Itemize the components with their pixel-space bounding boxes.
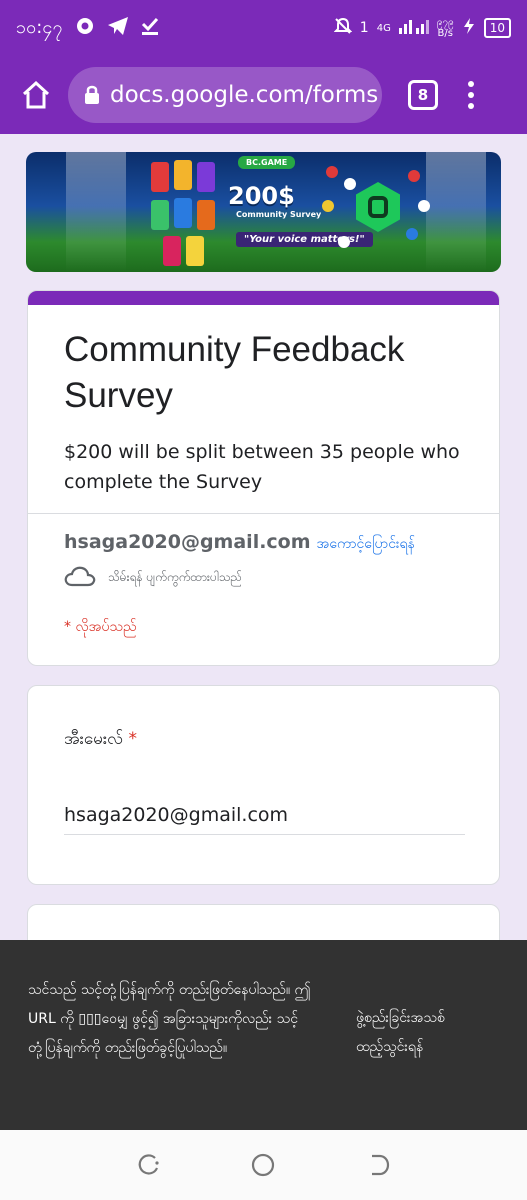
charging-icon [462, 18, 476, 38]
save-status: သိမ်းရန် ပျက်ကွက်ထားပါသည် [64, 565, 242, 590]
question-label: အီးမေးလ် * [64, 729, 138, 749]
tab-switcher-button[interactable]: 8 [408, 80, 438, 110]
form-title: Community Feedback Survey [64, 330, 405, 415]
form-header-banner: BC.GAME 200$ Community Survey "Your voic… [26, 152, 501, 272]
edit-response-snackbar: သင်သည် သင့်တုံ့ပြန်ချက်ကို တည်းဖြတ်နေပါသ… [0, 940, 527, 1130]
cloud-off-icon [64, 565, 96, 590]
back-button[interactable] [359, 1145, 399, 1185]
overflow-menu-button[interactable] [468, 81, 474, 109]
question-card-email: အီးမေးလ် * hsaga2020@gmail.com [27, 685, 500, 885]
banner-amount: 200$ [228, 182, 295, 210]
form-title-card: Community Feedback Survey $200 will be s… [27, 290, 500, 666]
email-answer-field[interactable]: hsaga2020@gmail.com [64, 804, 465, 835]
home-circle-icon [252, 1153, 275, 1177]
sim-icon: 1 [359, 20, 369, 36]
required-asterisk: * [128, 729, 138, 749]
lock-icon [84, 85, 100, 105]
battery-indicator: 10 [483, 18, 511, 38]
home-icon [22, 80, 50, 109]
clock: ၁၀:၄၇ [16, 16, 63, 38]
home-button[interactable] [14, 73, 58, 117]
signal-icon [398, 18, 429, 38]
divider [28, 513, 499, 514]
recents-icon [138, 1154, 159, 1175]
switch-account-link[interactable]: အကောင့်ပြောင်းရန် [317, 534, 415, 555]
banner-brand: BC.GAME [238, 156, 296, 169]
form-description: $200 will be split between 35 people who… [64, 441, 460, 493]
browser-toolbar: docs.google.com/forms 8 [0, 56, 527, 134]
network-type: 4G [376, 22, 391, 34]
mute-icon [333, 17, 353, 39]
banner-subtitle: Community Survey [236, 210, 322, 219]
url-text: docs.google.com/forms [110, 82, 379, 108]
home-nav-button[interactable] [243, 1145, 283, 1185]
address-bar[interactable]: docs.google.com/forms [68, 67, 382, 123]
status-bar: ၁၀:၄၇ 1 4G ၉၇၉ B/s 10 [0, 0, 527, 56]
save-status-text: သိမ်းရန် ပျက်ကွက်ထားပါသည် [108, 569, 243, 584]
snackbar-message: သင်သည် သင့်တုံ့ပြန်ချက်ကို တည်းဖြတ်နေပါသ… [28, 982, 311, 1056]
recents-button[interactable] [128, 1145, 168, 1185]
chrome-notification-icon [75, 16, 95, 41]
download-complete-icon [141, 16, 159, 41]
system-nav-bar [0, 1130, 527, 1200]
back-icon [372, 1154, 390, 1176]
banner-tagline: "Your voice matters!" [236, 232, 373, 247]
required-note: * လိုအပ်သည် [64, 619, 137, 635]
telegram-icon [107, 16, 129, 41]
account-email: hsaga2020@gmail.com [64, 531, 311, 553]
account-row: hsaga2020@gmail.com အကောင့်ပြောင်းရန် [64, 531, 415, 555]
snackbar-action[interactable]: ဖွဲ့စည်းခြင်းအသစ် ထည့်သွင်းရန် [356, 1004, 496, 1062]
network-speed: ၉၇၉ B/s [436, 17, 454, 39]
